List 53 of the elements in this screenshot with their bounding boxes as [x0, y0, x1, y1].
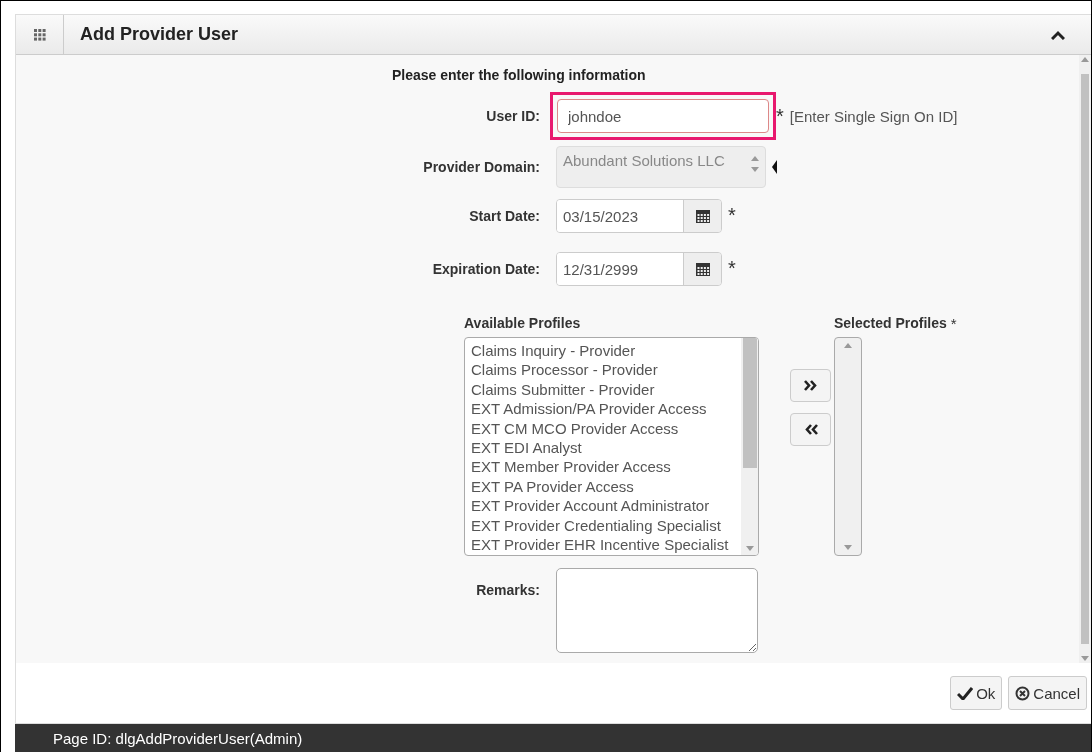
user-id-field[interactable]: johndoe [557, 99, 769, 133]
profile-option[interactable]: Claims Inquiry - Provider [471, 341, 741, 361]
add-profile-button[interactable] [790, 369, 831, 402]
profile-option[interactable]: EXT Admission/PA Provider Access [471, 399, 741, 419]
field-label: Expiration Date: [431, 260, 541, 277]
list-heading: Selected Profiles [834, 315, 947, 333]
form-instructions: Please enter the following information [392, 67, 647, 83]
calendar-button[interactable] [683, 199, 721, 232]
profile-option[interactable]: EXT Provider EHR Incentive Specialist [471, 535, 741, 555]
field-label: User ID: [485, 108, 541, 124]
remarks-field[interactable] [556, 568, 758, 653]
scroll-down-icon[interactable] [844, 545, 852, 550]
double-right-chevron-icon [803, 380, 818, 391]
required-asterisk: * [776, 104, 784, 128]
date-field[interactable]: 12/31/2999 [556, 251, 722, 286]
scroll-up-icon[interactable] [844, 343, 852, 348]
required-asterisk: * [950, 315, 957, 334]
cancel-button[interactable]: Cancel [1008, 676, 1087, 710]
list-heading: Available Profiles [464, 315, 582, 333]
scroll-down-icon[interactable] [1081, 656, 1089, 661]
ok-button[interactable]: Ok [950, 676, 1003, 710]
field-label: Start Date: [468, 207, 541, 224]
close-circle-icon [1015, 685, 1031, 701]
field-label: Provider Domain: [422, 159, 541, 175]
date-field[interactable]: 03/15/2023 [556, 198, 722, 233]
grid-icon[interactable] [33, 28, 46, 41]
calendar-button[interactable] [683, 252, 721, 285]
list-scrollbar[interactable] [741, 338, 758, 555]
double-left-chevron-icon [803, 424, 818, 435]
scroll-down-icon[interactable] [745, 546, 754, 551]
panel-title: Add Provider User [80, 24, 240, 45]
field-hint: [Enter Single Sign On ID] [789, 107, 958, 125]
field-label: Remarks: [475, 581, 541, 598]
scroll-up-icon[interactable] [1081, 57, 1089, 62]
profile-option[interactable]: Claims Processor - Provider [471, 360, 741, 380]
required-asterisk: * [728, 204, 736, 227]
remove-profile-button[interactable] [790, 413, 831, 446]
calendar-icon [695, 208, 710, 223]
profile-option[interactable]: EXT Provider Credentialing Specialist [471, 515, 741, 536]
profile-option[interactable]: Claims Submitter - Provider [471, 379, 741, 400]
page-id: Page ID: dlgAddProviderUser(Admin) [15, 724, 1091, 752]
page-scrollbar[interactable] [1079, 55, 1091, 663]
pointer-icon [772, 160, 777, 174]
profile-option[interactable]: EXT EDI Analyst [471, 438, 741, 458]
calendar-icon [695, 261, 710, 276]
required-asterisk: * [728, 257, 736, 280]
profile-option[interactable]: EXT Member Provider Access [471, 457, 741, 477]
collapse-chevron-icon[interactable] [1051, 29, 1065, 40]
available-profiles-list[interactable] [464, 337, 759, 556]
profile-option[interactable]: EXT CM MCO Provider Access [471, 418, 741, 439]
profile-option[interactable]: EXT PA Provider Access [471, 476, 741, 497]
checkmark-icon [957, 686, 974, 700]
profile-option[interactable]: EXT Provider Account Administrator [471, 496, 741, 516]
